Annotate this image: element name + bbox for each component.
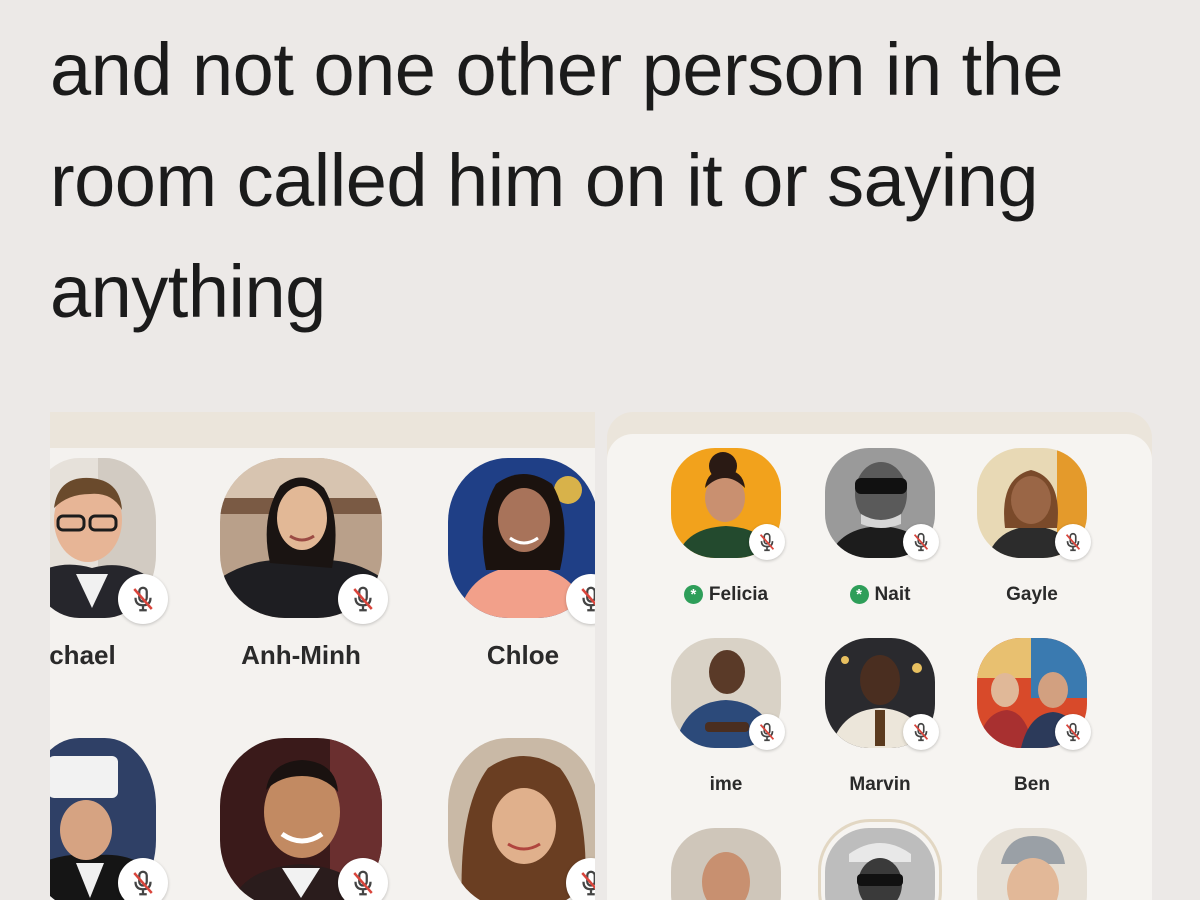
- mic-muted-icon: [1055, 714, 1091, 750]
- speaker-photo: [671, 828, 781, 900]
- mic-muted-icon: [1055, 524, 1091, 560]
- speaker-tile[interactable]: * Nait: [825, 448, 945, 605]
- speaker-tile[interactable]: Anh-Minh: [220, 458, 390, 670]
- mic-muted-icon: [749, 714, 785, 750]
- speaker-tile[interactable]: [671, 828, 791, 900]
- mic-muted-icon: [338, 858, 388, 900]
- mic-muted-icon: [903, 714, 939, 750]
- right-room-screenshot: * Felicia * Nait Gayle ime Marvin Ben: [607, 412, 1152, 900]
- left-room-screenshot: ichael Anh-Minh: [50, 412, 595, 900]
- speaker-photo: [977, 828, 1087, 900]
- speaker-name: Chloe: [486, 640, 560, 670]
- speaker-tile[interactable]: [825, 828, 945, 900]
- speaker-tile[interactable]: Ben: [977, 638, 1097, 795]
- speaker-tile[interactable]: [220, 738, 390, 900]
- speaker-name: Felicia: [708, 584, 769, 605]
- tweet-text: and not one other person in the room cal…: [50, 14, 1170, 347]
- speaker-name: Ben: [1014, 774, 1050, 795]
- mic-muted-icon: [903, 524, 939, 560]
- mic-muted-icon: [338, 574, 388, 624]
- mic-muted-icon: [749, 524, 785, 560]
- speaker-name: Marvin: [849, 774, 911, 795]
- speaker-name-row: * Felicia: [671, 584, 781, 606]
- right-room-body: * Felicia * Nait Gayle ime Marvin Ben: [607, 434, 1152, 900]
- speaker-tile[interactable]: ime: [671, 638, 791, 795]
- mic-muted-icon: [118, 858, 168, 900]
- speaker-tile[interactable]: Marvin: [825, 638, 945, 795]
- speaker-tile[interactable]: [448, 738, 595, 900]
- panel-divider: [595, 412, 607, 900]
- speaker-tile[interactable]: Chloe: [448, 458, 595, 670]
- speaker-name-row: * Nait: [825, 584, 935, 606]
- left-room-header-strip: [50, 412, 595, 448]
- mic-muted-icon: [118, 574, 168, 624]
- moderator-asterisk-icon: *: [683, 585, 703, 604]
- speaker-name: Nait: [874, 584, 911, 605]
- speaker-avatar[interactable]: [977, 828, 1087, 900]
- tweet-line-2: room called him on it or saying: [50, 139, 1039, 222]
- speaker-name: ime: [709, 774, 743, 795]
- speaker-avatar[interactable]: [671, 828, 781, 900]
- speaker-name: ichael: [50, 640, 116, 670]
- tweet-line-1: and not one other person in the: [50, 28, 1064, 111]
- speaker-photo: [825, 828, 935, 900]
- speaker-name: Gayle: [1006, 584, 1058, 605]
- speaker-tile[interactable]: Gayle: [977, 448, 1097, 605]
- speaker-tile[interactable]: ichael: [50, 458, 168, 670]
- speaker-avatar[interactable]: [825, 828, 935, 900]
- tweet-line-3: anything: [50, 250, 326, 333]
- speaker-tile[interactable]: * Felicia: [671, 448, 791, 605]
- speaker-tile[interactable]: [50, 738, 168, 900]
- moderator-asterisk-icon: *: [849, 585, 869, 604]
- speaker-name: Anh-Minh: [241, 640, 361, 670]
- speaker-tile[interactable]: [977, 828, 1097, 900]
